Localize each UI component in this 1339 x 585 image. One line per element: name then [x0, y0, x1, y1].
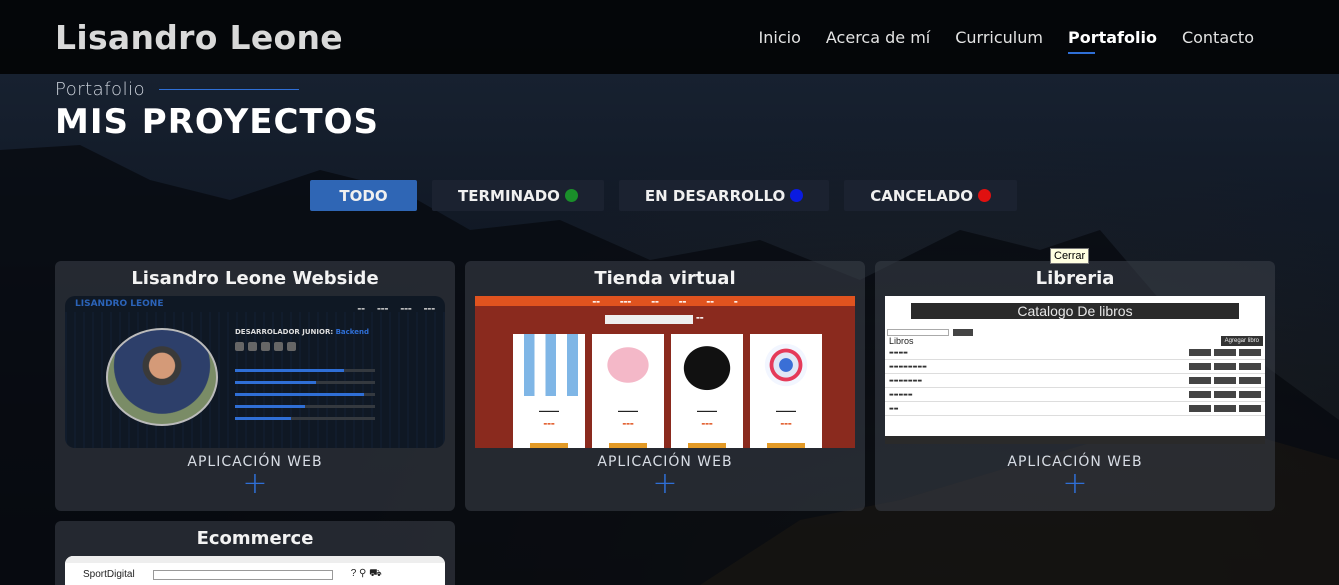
project-thumbnail[interactable]: ▬▬ ▬▬▬ ▬▬ ▬▬ ▬▬ ▬ ▬▬ ▬▬▬▬▬ ▬▬▬ ▬▬▬▬▬ ▬▬▬ ▬▬▬▬▬ ▬…: [475, 296, 855, 448]
card-title: Ecommerce: [196, 528, 314, 549]
nav-contacto[interactable]: Contacto: [1182, 28, 1254, 47]
kicker-line: [159, 89, 300, 90]
filter-cancelado[interactable]: CANCELADO: [844, 180, 1018, 211]
kicker-text: Portafolio: [55, 79, 146, 100]
thumb-navbar: SportDigital? ⚲ ⛟: [83, 568, 382, 580]
project-thumbnail[interactable]: SportDigital? ⚲ ⛟: [65, 556, 445, 585]
brand-logo[interactable]: Lisandro Leone: [55, 18, 343, 57]
thumb-products: ▬▬▬▬▬ ▬▬▬ ▬▬▬▬▬ ▬▬▬ ▬▬▬▬▬ ▬▬▬ ▬▬▬▬▬ ▬▬▬: [513, 334, 822, 448]
nav-portafolio[interactable]: Portafolio: [1067, 28, 1157, 54]
filter-label: EN DESARROLLO: [644, 186, 786, 205]
thumb-search: [605, 315, 693, 324]
filter-label: TODO: [339, 186, 388, 205]
project-card[interactable]: Ecommerce SportDigital? ⚲ ⛟: [55, 521, 455, 585]
filter-label: TERMINADO: [458, 186, 560, 205]
top-navbar: Lisandro Leone Inicio Acerca de mí Curri…: [0, 0, 1339, 74]
filter-bar: TODO TERMINADO EN DESARROLLO CANCELADO: [310, 180, 1018, 211]
status-dot-blue: [790, 189, 804, 202]
thumb-role: DESARROLADOR JUNIOR: Backend: [235, 328, 369, 336]
thumb-navbar: LISANDRO LEONE ▬▬ ▬▬▬ ▬▬▬ ▬▬▬: [75, 299, 435, 311]
project-thumbnail[interactable]: LISANDRO LEONE ▬▬ ▬▬▬ ▬▬▬ ▬▬▬ DESARROLADOR J…: [65, 296, 445, 448]
filter-terminado[interactable]: TERMINADO: [432, 180, 604, 211]
main-nav: Inicio Acerca de mí Curriculum Portafoli…: [759, 28, 1254, 54]
plus-icon[interactable]: +: [875, 469, 1275, 499]
nav-curriculum[interactable]: Curriculum: [955, 28, 1043, 47]
status-dot-red: [978, 189, 992, 202]
card-title: Libreria: [1035, 268, 1115, 289]
social-icons: [235, 342, 296, 351]
skill-bars: [235, 360, 375, 420]
plus-icon[interactable]: +: [465, 469, 865, 499]
card-title: Tienda virtual: [594, 268, 736, 289]
filter-label: CANCELADO: [870, 186, 974, 205]
status-dot-green: [564, 189, 578, 202]
thumb-toolbar: Libros Agregar libro: [885, 319, 1265, 346]
section-kicker: Portafolio: [55, 79, 379, 100]
project-card[interactable]: Tienda virtual ▬▬ ▬▬▬ ▬▬ ▬▬ ▬▬ ▬ ▬▬ ▬▬▬▬▬ ▬▬▬ …: [465, 261, 865, 511]
thumb-search-button: ▬▬: [696, 315, 704, 320]
nav-acerca[interactable]: Acerca de mí: [826, 28, 930, 47]
filter-todo[interactable]: TODO: [310, 180, 417, 211]
filter-en-desarrollo[interactable]: EN DESARROLLO: [618, 180, 830, 211]
project-card[interactable]: Libreria Catalogo De libros Libros Agreg…: [875, 261, 1275, 511]
avatar: [106, 328, 218, 426]
project-thumbnail[interactable]: Catalogo De libros Libros Agregar libro …: [885, 296, 1265, 444]
page-title: MIS PROYECTOS: [55, 102, 379, 142]
tooltip: Cerrar: [1050, 248, 1090, 264]
thumb-header: Catalogo De libros: [911, 303, 1239, 319]
card-title: Lisandro Leone Webside: [131, 268, 379, 289]
project-card[interactable]: Lisandro Leone Webside LISANDRO LEONE ▬▬ ▬…: [55, 261, 455, 511]
plus-icon[interactable]: +: [55, 469, 455, 499]
nav-inicio[interactable]: Inicio: [759, 28, 801, 47]
thumb-logo: LISANDRO LEONE: [75, 299, 164, 309]
thumb-navbar: ▬▬ ▬▬▬ ▬▬ ▬▬ ▬▬ ▬: [475, 296, 855, 306]
section-header: Portafolio MIS PROYECTOS: [55, 79, 379, 142]
